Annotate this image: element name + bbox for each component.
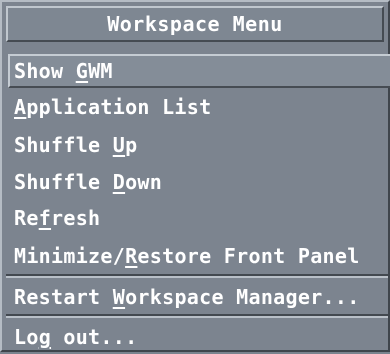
menu-item-label-post: orkspace Manager... bbox=[125, 285, 360, 309]
menu-item-label-pre: Shuffle bbox=[14, 170, 113, 194]
menu-title: Workspace Menu bbox=[6, 6, 384, 42]
menu-item-label-post: pplication List bbox=[26, 95, 212, 119]
menu-item-label-post: p bbox=[125, 133, 138, 157]
menu-item-mnemonic: G bbox=[75, 59, 89, 83]
menu-item-shuffle-up[interactable]: Shuffle Up bbox=[8, 128, 390, 162]
workspace-menu: Workspace Menu Show GWM Application List… bbox=[0, 0, 390, 352]
menu-item-restart-workspace-manager[interactable]: Restart Workspace Manager... bbox=[8, 280, 390, 314]
menu-item-label-post: out... bbox=[51, 325, 138, 349]
menu-item-mnemonic: D bbox=[112, 170, 126, 194]
menu-item-label-post: WM bbox=[88, 59, 113, 83]
menu-item-mnemonic: f bbox=[38, 206, 52, 230]
menu-item-shuffle-down[interactable]: Shuffle Down bbox=[8, 165, 390, 199]
menu-item-refresh[interactable]: Refresh bbox=[8, 201, 390, 235]
menu-item-label-pre: Re bbox=[14, 206, 39, 230]
menu-item-label-pre: Minimize/ bbox=[14, 244, 126, 268]
menu-item-application-list[interactable]: Application List bbox=[8, 90, 390, 124]
menu-item-label-post: own bbox=[125, 170, 163, 194]
menu-item-mnemonic: g bbox=[38, 325, 52, 349]
menu-separator bbox=[6, 274, 388, 278]
menu-item-mnemonic: U bbox=[112, 133, 126, 157]
menu-item-label-post: estore Front Panel bbox=[137, 244, 360, 268]
menu-item-label-post: resh bbox=[51, 206, 101, 230]
menu-item-label-pre: Shuffle bbox=[14, 133, 113, 157]
menu-item-show-gwm[interactable]: Show GWM bbox=[8, 54, 390, 88]
menu-item-label-pre: Restart bbox=[14, 285, 113, 309]
menu-separator bbox=[6, 314, 388, 318]
menu-item-minimize-restore-front-panel[interactable]: Minimize/Restore Front Panel bbox=[8, 239, 390, 273]
menu-item-label-pre: Show bbox=[14, 59, 76, 83]
menu-item-log-out[interactable]: Log out... bbox=[8, 320, 390, 354]
menu-item-mnemonic: R bbox=[125, 244, 138, 268]
menu-item-label-pre: Lo bbox=[14, 325, 39, 349]
menu-item-mnemonic: W bbox=[112, 285, 126, 309]
menu-item-mnemonic: A bbox=[14, 95, 27, 119]
